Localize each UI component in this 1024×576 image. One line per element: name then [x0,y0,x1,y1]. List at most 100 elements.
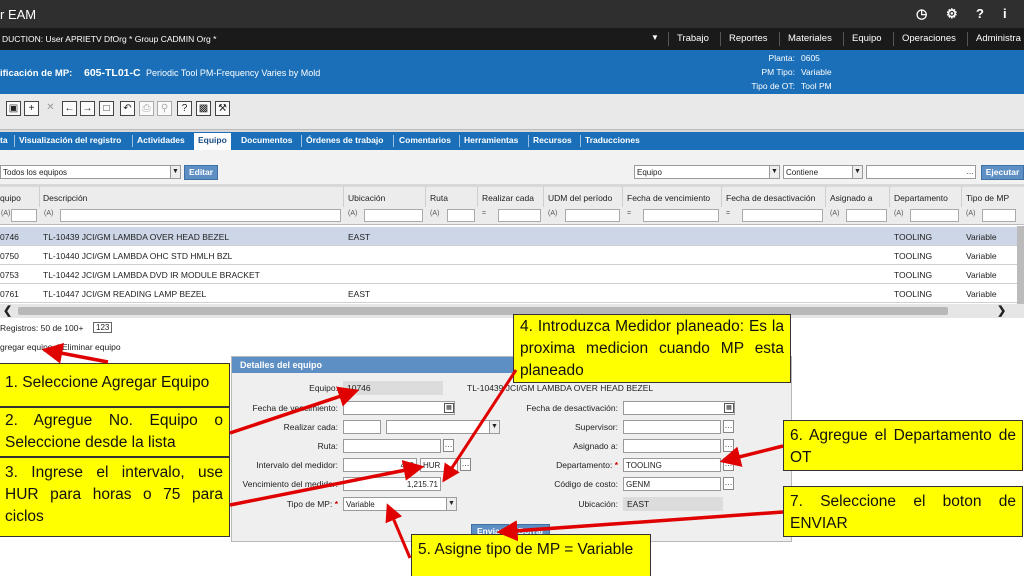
asignado-input[interactable] [623,439,721,453]
realizar-cada-input[interactable] [343,420,381,434]
col-equipo[interactable]: quipo [0,193,21,203]
edit-button[interactable]: Editar [184,165,218,180]
filter-operator-icon[interactable]: (A) [430,210,439,217]
menu-reportes[interactable]: Reportes [729,33,768,44]
calendar-icon[interactable]: ▦ [444,403,454,413]
vencimiento-medidor-input[interactable]: 1,215.71 [343,477,441,491]
col-filter-input[interactable] [498,209,541,222]
clock-icon[interactable]: ◷ [916,6,927,22]
book-icon[interactable]: ▩ [196,101,211,116]
scroll-right-icon[interactable]: ❯ [997,304,1006,317]
col-departamento[interactable]: Departamento [894,193,948,203]
col-filter-input[interactable] [742,209,823,222]
filter-operator-icon[interactable]: = [726,210,730,217]
chevron-down-icon[interactable]: ▼ [170,166,180,178]
delete-icon[interactable]: ✕ [43,101,58,116]
next-record-icon[interactable]: → [80,101,95,116]
col-filter-input[interactable] [982,209,1016,222]
codigo-costo-input[interactable]: GENM [623,477,721,491]
col-filter-input[interactable] [60,209,341,222]
fecha-vencimiento-input[interactable] [343,401,455,415]
fecha-desactivacion-input[interactable] [623,401,735,415]
filter-operator-icon[interactable]: (A) [966,210,975,217]
chevron-down-icon[interactable]: ▼ [852,166,862,178]
help-toolbar-icon[interactable]: ? [177,101,192,116]
scroll-left-icon[interactable]: ❮ [3,304,12,317]
menu-trabajo[interactable]: Trabajo [677,33,709,44]
new-record-icon[interactable]: + [24,101,39,116]
table-row[interactable]: 0753 TL-10442 JCI/GM LAMBDA DVD IR MODUL… [0,265,1018,284]
col-filter-input[interactable] [447,209,475,222]
copy-icon[interactable]: □ [99,101,114,116]
gear-icon[interactable]: ⚙ [946,6,958,22]
tab-equipo[interactable]: Equipo [194,133,231,150]
help-icon[interactable]: ? [976,6,984,21]
run-button[interactable]: Ejecutar [981,165,1024,180]
filter-operator-select[interactable]: Contiene ▼ [783,165,863,179]
col-asignado[interactable]: Asignado a [830,193,873,203]
col-filter-input[interactable] [11,209,37,222]
tab-herramientas[interactable]: Herramientas [464,135,518,150]
col-filter-input[interactable] [910,209,959,222]
filter-field-select[interactable]: Equipo ▼ [634,165,780,179]
col-fecha-desactivacion[interactable]: Fecha de desactivación [726,193,815,203]
vertical-scrollbar[interactable] [1017,226,1024,304]
save-icon[interactable]: ▣ [6,101,21,116]
tools-icon[interactable]: ⚒ [215,101,230,116]
filter-operator-icon[interactable]: (A) [348,210,357,217]
filter-operator-icon[interactable]: (A) [548,210,557,217]
print-icon[interactable]: ⎙ [139,101,154,116]
intervalo-medidor-input[interactable]: 400 [343,458,417,472]
table-row[interactable]: 0750 TL-10440 JCI/GM LAMBDA OHC STD HMLH… [0,246,1018,265]
col-udm-periodo[interactable]: UDM del período [548,193,612,203]
add-equipment-link[interactable]: gregar equipo [0,342,52,352]
tab-actividades[interactable]: Actividades [137,135,185,150]
prev-record-icon[interactable]: ← [62,101,77,116]
lookup-icon[interactable]: … [723,439,734,452]
filter-operator-icon[interactable]: = [627,210,631,217]
col-fecha-vencimiento[interactable]: Fecha de vencimiento [627,193,710,203]
tab-comentarios[interactable]: Comentarios [399,135,451,150]
col-filter-input[interactable] [643,209,719,222]
lookup-icon[interactable]: … [460,458,471,471]
filter-operator-icon[interactable]: (A) [830,210,839,217]
table-row[interactable]: 0746 TL-10439 JCI/GM LAMBDA OVER HEAD BE… [0,227,1018,246]
tab-visualizacion[interactable]: Visualización del registro [19,135,121,150]
filter-value-input[interactable]: ... [866,165,976,179]
filter-operator-icon[interactable]: (A) [44,210,53,217]
lookup-icon[interactable]: … [723,477,734,490]
lookup-icon[interactable]: … [723,420,734,433]
menu-materiales[interactable]: Materiales [788,33,832,44]
supervisor-input[interactable] [623,420,721,434]
undo-icon[interactable]: ↶ [120,101,135,116]
lookup-icon[interactable]: … [723,458,734,471]
col-filter-input[interactable] [364,209,423,222]
chevron-down-icon[interactable]: ▼ [651,33,659,42]
chevron-down-icon[interactable]: ▼ [769,166,779,178]
tab-traducciones[interactable]: Traducciones [585,135,640,150]
tab-documentos[interactable]: Documentos [241,135,292,150]
menu-operaciones[interactable]: Operaciones [902,33,956,44]
search-icon[interactable]: ⚲ [157,101,172,116]
remove-equipment-link[interactable]: Eliminar equipo [62,342,121,352]
col-tipo-mp[interactable]: Tipo de MP [966,193,1009,203]
dataspy-select[interactable]: Todos los equipos ▼ [0,165,181,179]
horizontal-scrollbar[interactable]: ❮ ❯ [0,304,1024,318]
col-ruta[interactable]: Ruta [430,193,448,203]
menu-administracion[interactable]: Administra [976,33,1021,44]
calendar-icon[interactable]: ▦ [724,403,734,413]
lookup-icon[interactable]: … [443,439,454,452]
tab-recursos[interactable]: Recursos [533,135,572,150]
col-filter-input[interactable] [565,209,620,222]
filter-operator-icon[interactable]: = [482,210,486,217]
records-badge[interactable]: 123 [93,322,113,333]
tab-ordenes[interactable]: Órdenes de trabajo [306,135,383,150]
scrollbar-thumb[interactable] [18,307,948,315]
chevron-down-icon[interactable]: ▼ [446,498,456,510]
menu-equipo[interactable]: Equipo [852,33,882,44]
tipo-mp-select[interactable]: Variable ▼ [343,497,457,511]
filter-operator-icon[interactable]: (A) [894,210,903,217]
col-descripcion[interactable]: Descripción [43,193,87,203]
col-ubicacion[interactable]: Ubicación [348,193,385,203]
ruta-input[interactable] [343,439,441,453]
